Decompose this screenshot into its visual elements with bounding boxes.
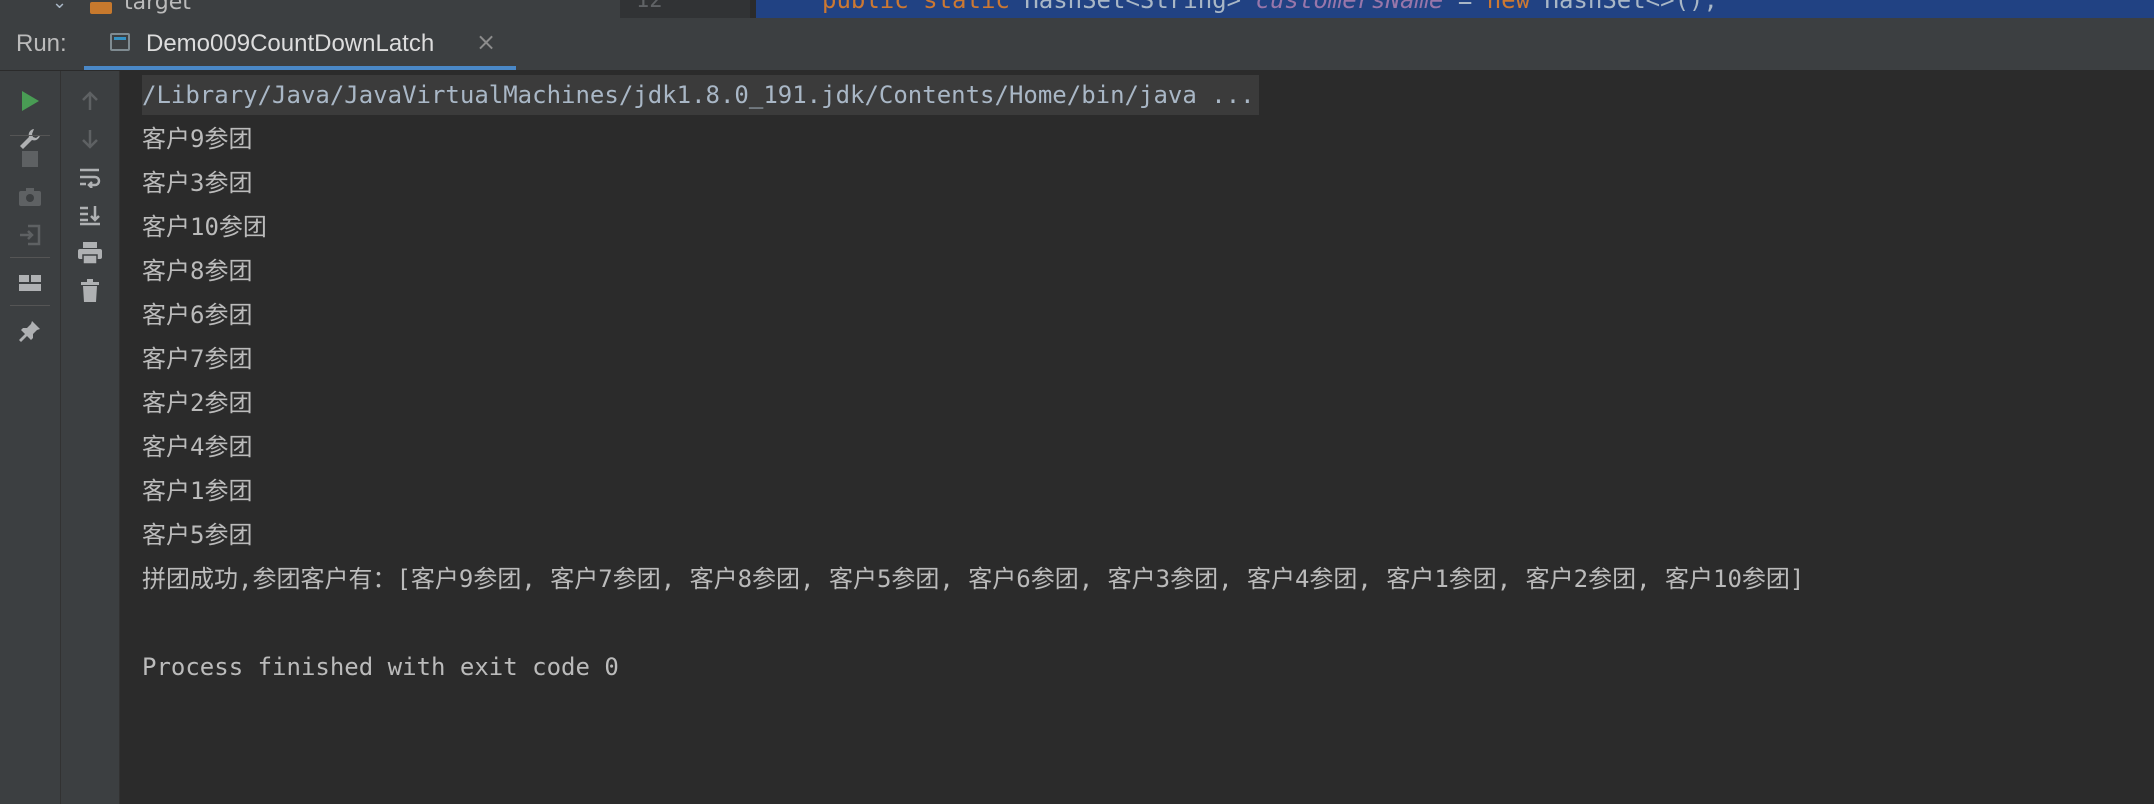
console-line: 客户9参团: [142, 125, 253, 153]
line-gutter: 12: [620, 0, 750, 18]
console-output[interactable]: /Library/Java/JavaVirtualMachines/jdk1.8…: [120, 71, 2154, 804]
run-label: Run:: [16, 30, 67, 57]
restore-layout-button[interactable]: [10, 263, 50, 303]
rerun-button[interactable]: [10, 81, 50, 121]
console-line: 客户1参团: [142, 477, 253, 505]
console-line: 客户3参团: [142, 169, 253, 197]
login-icon: [20, 224, 41, 246]
stop-icon: [22, 151, 38, 167]
code-line[interactable]: public static HashSet<String> customersN…: [756, 0, 2154, 18]
chevron-down-icon[interactable]: ⌄: [52, 0, 67, 13]
exit-button[interactable]: [10, 215, 50, 255]
arrow-down-icon: [82, 130, 98, 149]
line-number: 12: [636, 0, 663, 13]
console-line: 客户8参团: [142, 257, 253, 285]
clear-all-button[interactable]: [70, 271, 110, 311]
folder-icon: [90, 2, 112, 14]
arrow-up-icon: [82, 91, 98, 110]
soft-wrap-icon: [80, 168, 101, 188]
exit-message: Process finished with exit code 0: [142, 653, 619, 681]
tab-label: Demo009CountDownLatch: [146, 30, 435, 57]
print-icon: [78, 242, 102, 265]
pin-tab-button[interactable]: [10, 311, 50, 351]
console-line: 客户5参团: [142, 521, 253, 549]
run-toolbar: [0, 71, 61, 804]
previous-occurrence-button[interactable]: [70, 81, 110, 121]
run-icon: [22, 91, 39, 111]
toolbar-separator: [10, 135, 50, 136]
soft-wrap-button[interactable]: [70, 157, 110, 197]
camera-icon: [19, 188, 41, 206]
console-summary-line: 拼团成功,参团客户有：[客户9参团, 客户7参团, 客户8参团, 客户5参团, …: [142, 565, 1805, 593]
print-button[interactable]: [70, 233, 110, 273]
pin-icon: [19, 321, 40, 342]
scroll-to-end-icon: [80, 206, 100, 226]
console-line: 客户6参团: [142, 301, 253, 329]
command-line[interactable]: /Library/Java/JavaVirtualMachines/jdk1.8…: [142, 75, 1259, 115]
console-line: 客户4参团: [142, 433, 253, 461]
console-line: 客户2参团: [142, 389, 253, 417]
editor-fragment: ⌄ target 12 public static HashSet<String…: [0, 0, 2154, 18]
run-panel-header: Run: Demo009CountDownLatch ×: [0, 18, 2154, 71]
toolbar-separator: [10, 257, 50, 258]
project-tree-fragment: ⌄ target: [0, 0, 620, 18]
console-line: 客户10参团: [142, 213, 267, 241]
tab-active-indicator: [84, 66, 516, 70]
tree-item-target[interactable]: target: [124, 0, 191, 15]
code-text: public static HashSet<String> customersN…: [822, 0, 1718, 14]
console-window-icon: [110, 33, 130, 51]
close-icon[interactable]: ×: [476, 28, 496, 56]
tab-run-configuration[interactable]: Demo009CountDownLatch ×: [84, 18, 516, 70]
scroll-to-end-button[interactable]: [70, 195, 110, 235]
trash-icon: [81, 279, 99, 302]
next-occurrence-button[interactable]: [70, 119, 110, 159]
stop-button[interactable]: [10, 139, 50, 179]
console-toolbar: [61, 71, 120, 804]
toolbar-separator: [10, 305, 50, 306]
dump-threads-button[interactable]: [10, 177, 50, 217]
console-line: 客户7参团: [142, 345, 253, 373]
layout-icon: [19, 275, 41, 291]
